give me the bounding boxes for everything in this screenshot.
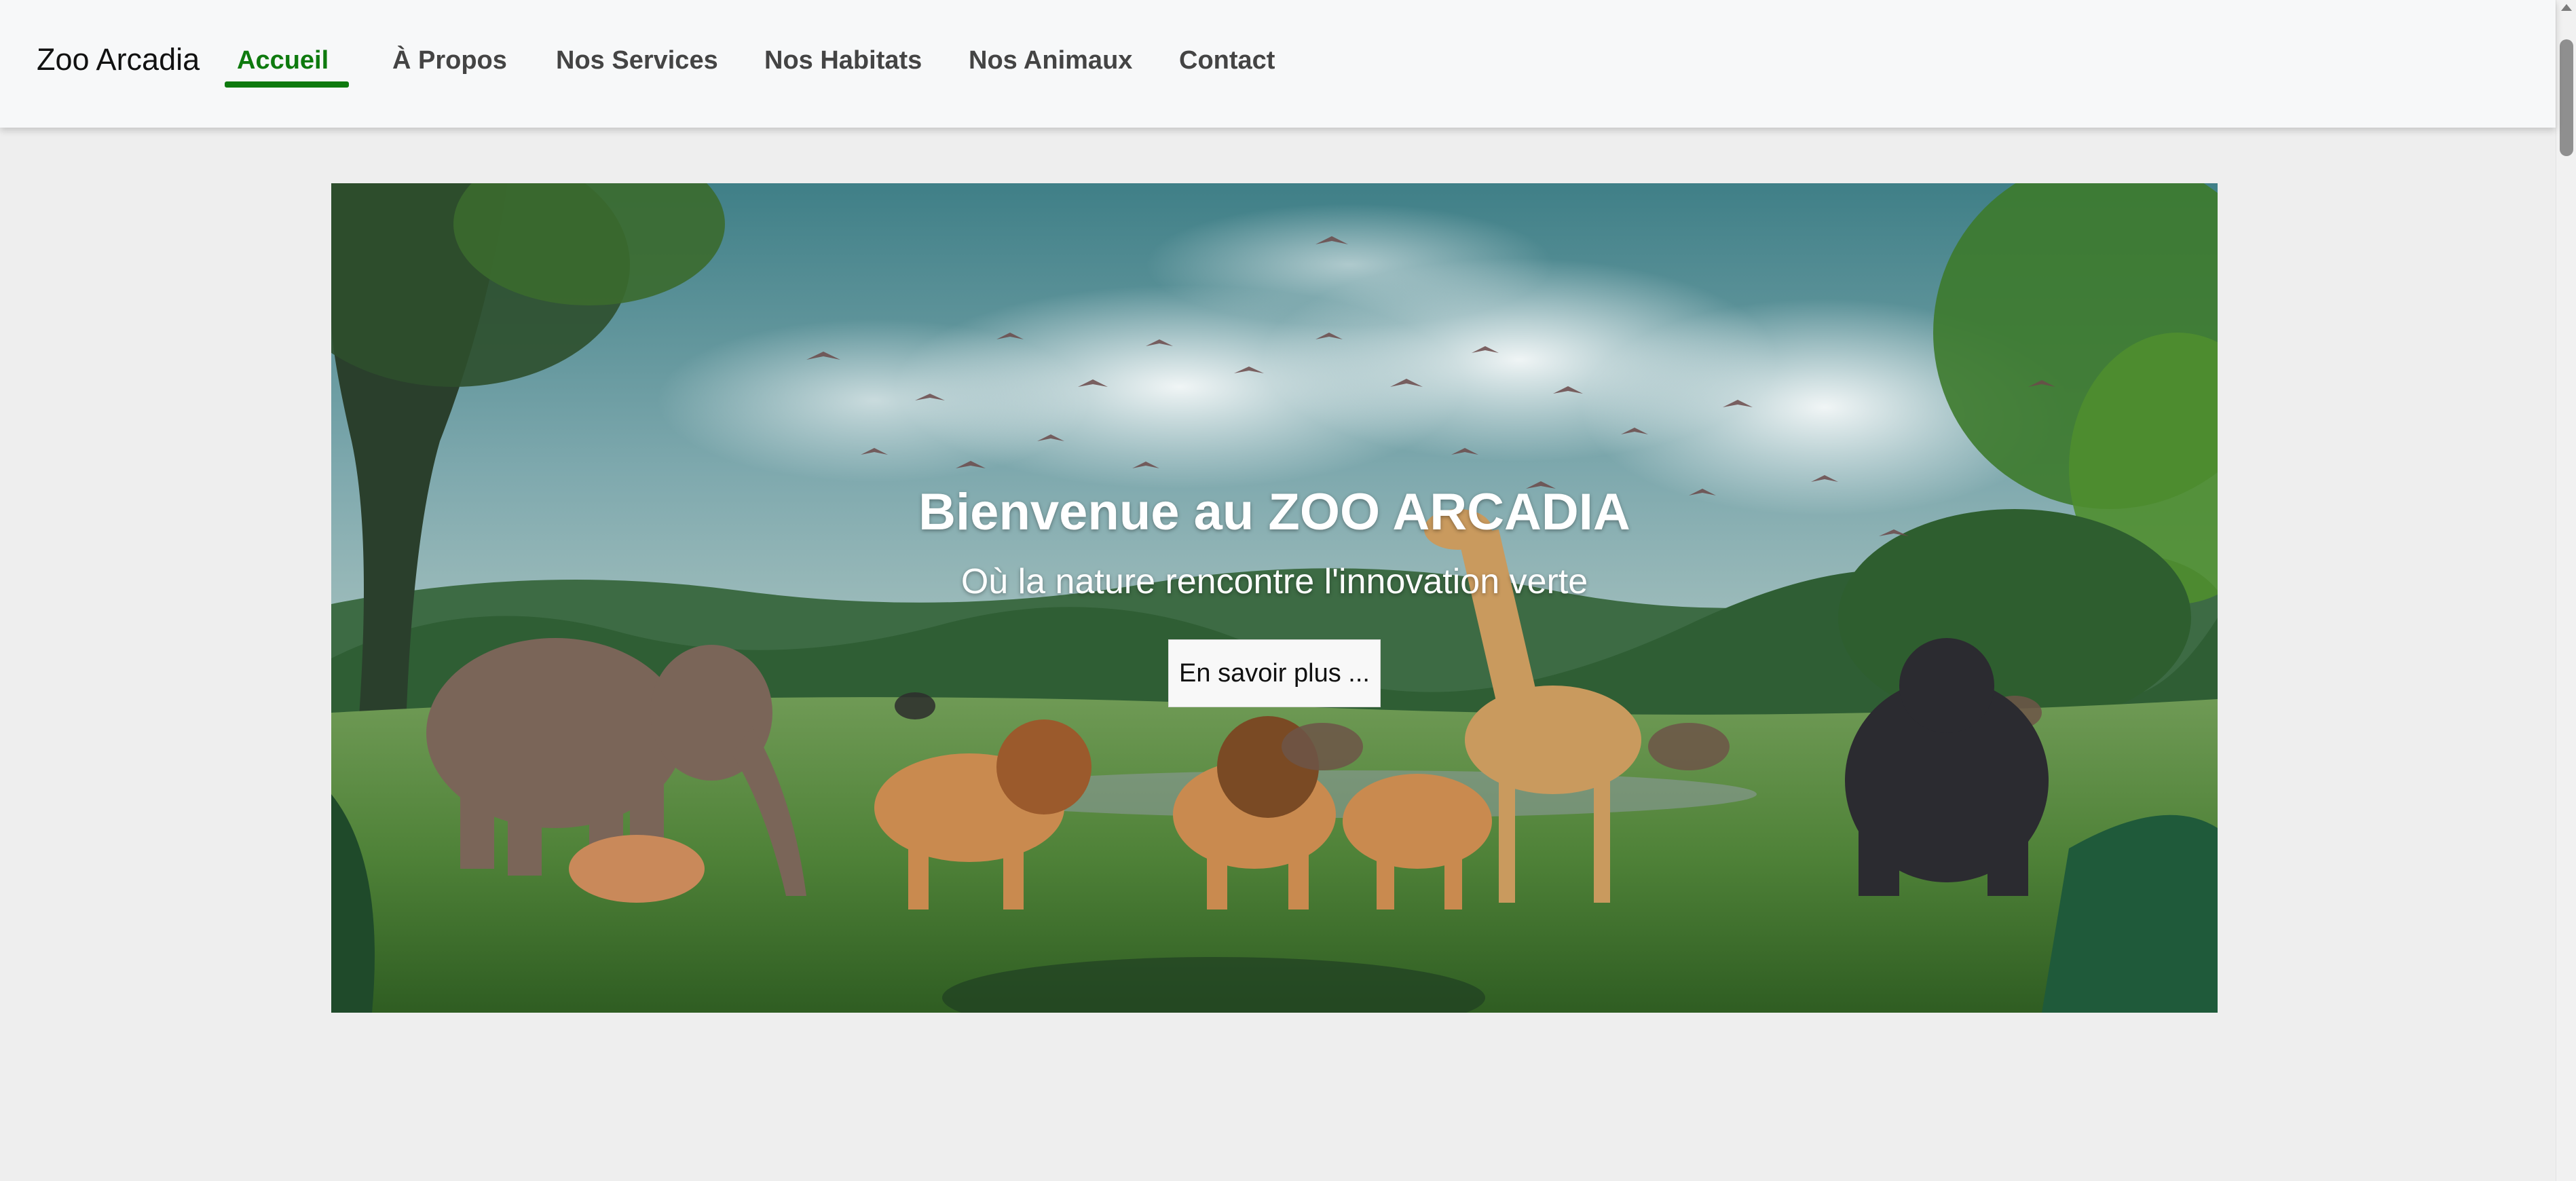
active-nav-indicator [225, 81, 349, 88]
hero-subtitle: Où la nature rencontre l'innovation vert… [960, 562, 1588, 601]
scrollbar-thumb[interactable] [2560, 39, 2573, 156]
nav-link-a-propos[interactable]: À Propos [392, 45, 507, 76]
top-navbar: Zoo Arcadia Accueil À Propos Nos Service… [0, 0, 2556, 128]
learn-more-button[interactable]: En savoir plus ... [1168, 639, 1381, 707]
hero-banner: Bienvenue au ZOO ARCADIA Où la nature re… [331, 183, 2218, 1013]
hero-title: Bienvenue au ZOO ARCADIA [918, 483, 1630, 541]
nav-link-contact[interactable]: Contact [1179, 45, 1275, 76]
nav-link-nos-habitats[interactable]: Nos Habitats [764, 45, 922, 76]
page-scrollbar[interactable] [2556, 0, 2576, 1181]
nav-link-accueil[interactable]: Accueil [237, 45, 329, 76]
nav-link-nos-animaux[interactable]: Nos Animaux [969, 45, 1132, 76]
brand-name[interactable]: Zoo Arcadia [37, 42, 200, 77]
scroll-up-arrow-icon[interactable] [2561, 4, 2572, 11]
nav-link-nos-services[interactable]: Nos Services [556, 45, 718, 76]
